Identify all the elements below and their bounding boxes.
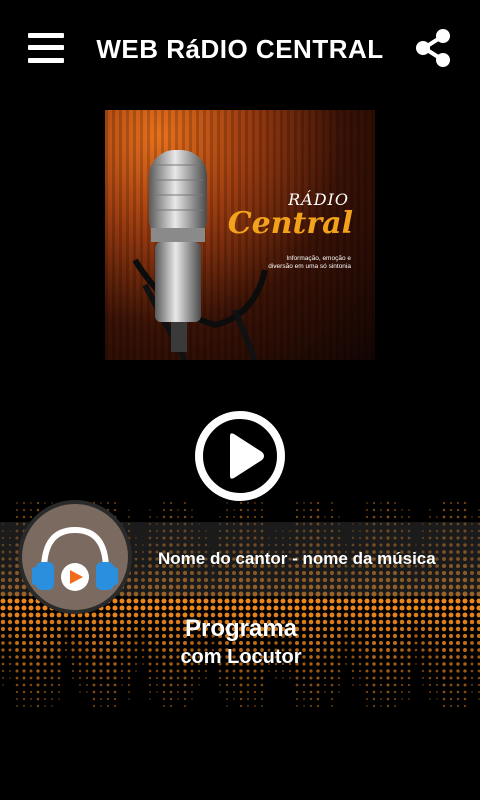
play-icon [195, 411, 285, 501]
hamburger-line [28, 45, 64, 50]
hamburger-menu-icon [28, 33, 64, 38]
program-avatar [18, 500, 132, 614]
app-title: WEB RáDIO CENTRAL [96, 34, 384, 64]
share-button[interactable] [414, 28, 454, 68]
station-cover-art: RÁDIO Central Informação, emoção e diver… [105, 110, 375, 360]
program-title: Programa [184, 615, 298, 642]
top-bar: WEB RáDIO CENTRAL [0, 0, 480, 100]
headphones-play-icon [32, 526, 118, 591]
now-playing-text: Nome do cantor - nome da música [158, 549, 436, 568]
hamburger-line [28, 58, 64, 63]
cover-tagline: Informação, emoção e diversão em uma só … [268, 255, 351, 270]
play-button[interactable] [194, 410, 286, 502]
program-host: com Locutor [180, 646, 302, 668]
share-icon [416, 29, 450, 67]
cover-brand-main: Central [227, 206, 353, 241]
hamburger-menu-button[interactable] [28, 33, 64, 63]
